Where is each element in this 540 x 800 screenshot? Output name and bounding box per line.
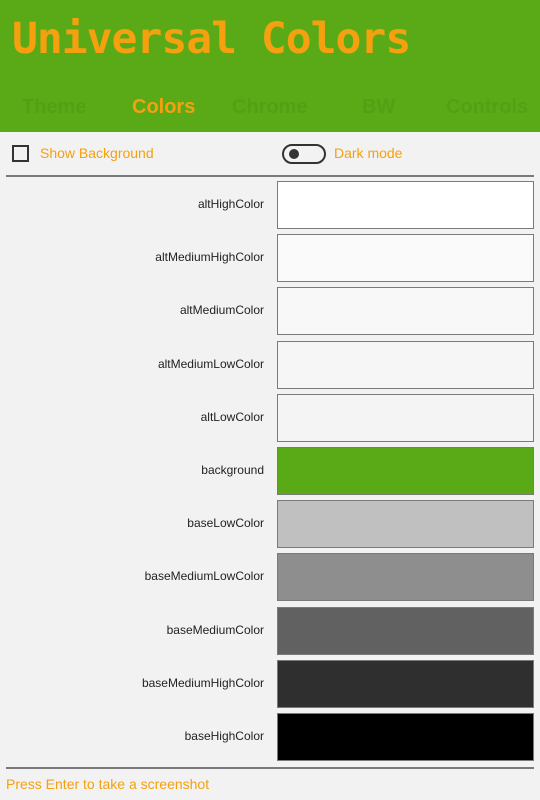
show-background-label[interactable]: Show Background <box>40 145 154 161</box>
color-row: altMediumLowColor <box>0 340 540 394</box>
color-swatch <box>277 181 534 229</box>
top-divider <box>6 175 534 177</box>
color-list: altHighColor altMediumHighColor altMediumC… <box>0 181 540 766</box>
color-name-label: baseMediumColor <box>166 622 264 637</box>
color-swatch <box>277 234 534 283</box>
dark-mode-toggle[interactable] <box>282 144 326 164</box>
tab-bw[interactable]: BW <box>362 96 395 119</box>
color-name-label: baseMediumLowColor <box>144 569 264 584</box>
color-swatch <box>277 340 534 389</box>
app-header: Universal Colors Theme Colors Chrome BW … <box>0 0 540 132</box>
color-row: background <box>0 446 540 500</box>
color-row: baseHighColor <box>0 712 540 766</box>
color-swatch <box>277 606 534 655</box>
color-row: altHighColor <box>0 181 540 234</box>
color-row: baseMediumLowColor <box>0 553 540 606</box>
tab-theme[interactable]: Theme <box>22 96 86 119</box>
color-row: altLowColor <box>0 393 540 447</box>
options-bar: Show Background Dark mode <box>0 132 540 176</box>
color-swatch <box>277 712 534 761</box>
color-name-label: baseHighColor <box>184 728 264 743</box>
color-name-label: background <box>201 462 264 477</box>
color-swatch <box>277 446 534 495</box>
color-swatch <box>277 553 534 602</box>
color-row: altMediumColor <box>0 287 540 340</box>
tab-controls[interactable]: Controls <box>446 96 528 119</box>
color-row: altMediumHighColor <box>0 234 540 287</box>
color-name-label: altMediumColor <box>179 303 264 318</box>
color-name-label: baseLowColor <box>187 516 264 531</box>
dark-mode-label: Dark mode <box>334 145 403 161</box>
color-name-label: altLowColor <box>200 409 264 424</box>
tab-chrome[interactable]: Chrome <box>232 96 308 119</box>
app-title: Universal Colors <box>12 14 411 64</box>
bottom-divider <box>6 767 534 769</box>
screenshot-hint: Press Enter to take a screenshot <box>6 776 210 792</box>
color-name-label: baseMediumHighColor <box>141 675 264 690</box>
color-row: baseMediumHighColor <box>0 659 540 713</box>
color-name-label: altMediumHighColor <box>155 250 264 265</box>
color-swatch <box>277 393 534 442</box>
color-swatch <box>277 659 534 708</box>
color-swatch <box>277 287 534 336</box>
color-name-label: altMediumLowColor <box>157 356 264 371</box>
color-row: baseMediumColor <box>0 606 540 660</box>
toggle-knob <box>289 149 299 159</box>
tab-colors[interactable]: Colors <box>132 96 195 119</box>
color-row: baseLowColor <box>0 500 540 553</box>
show-background-checkbox[interactable] <box>12 145 29 162</box>
color-name-label: altHighColor <box>197 197 264 211</box>
tab-bar: Theme Colors Chrome BW Controls <box>0 96 540 126</box>
color-swatch <box>277 500 534 549</box>
